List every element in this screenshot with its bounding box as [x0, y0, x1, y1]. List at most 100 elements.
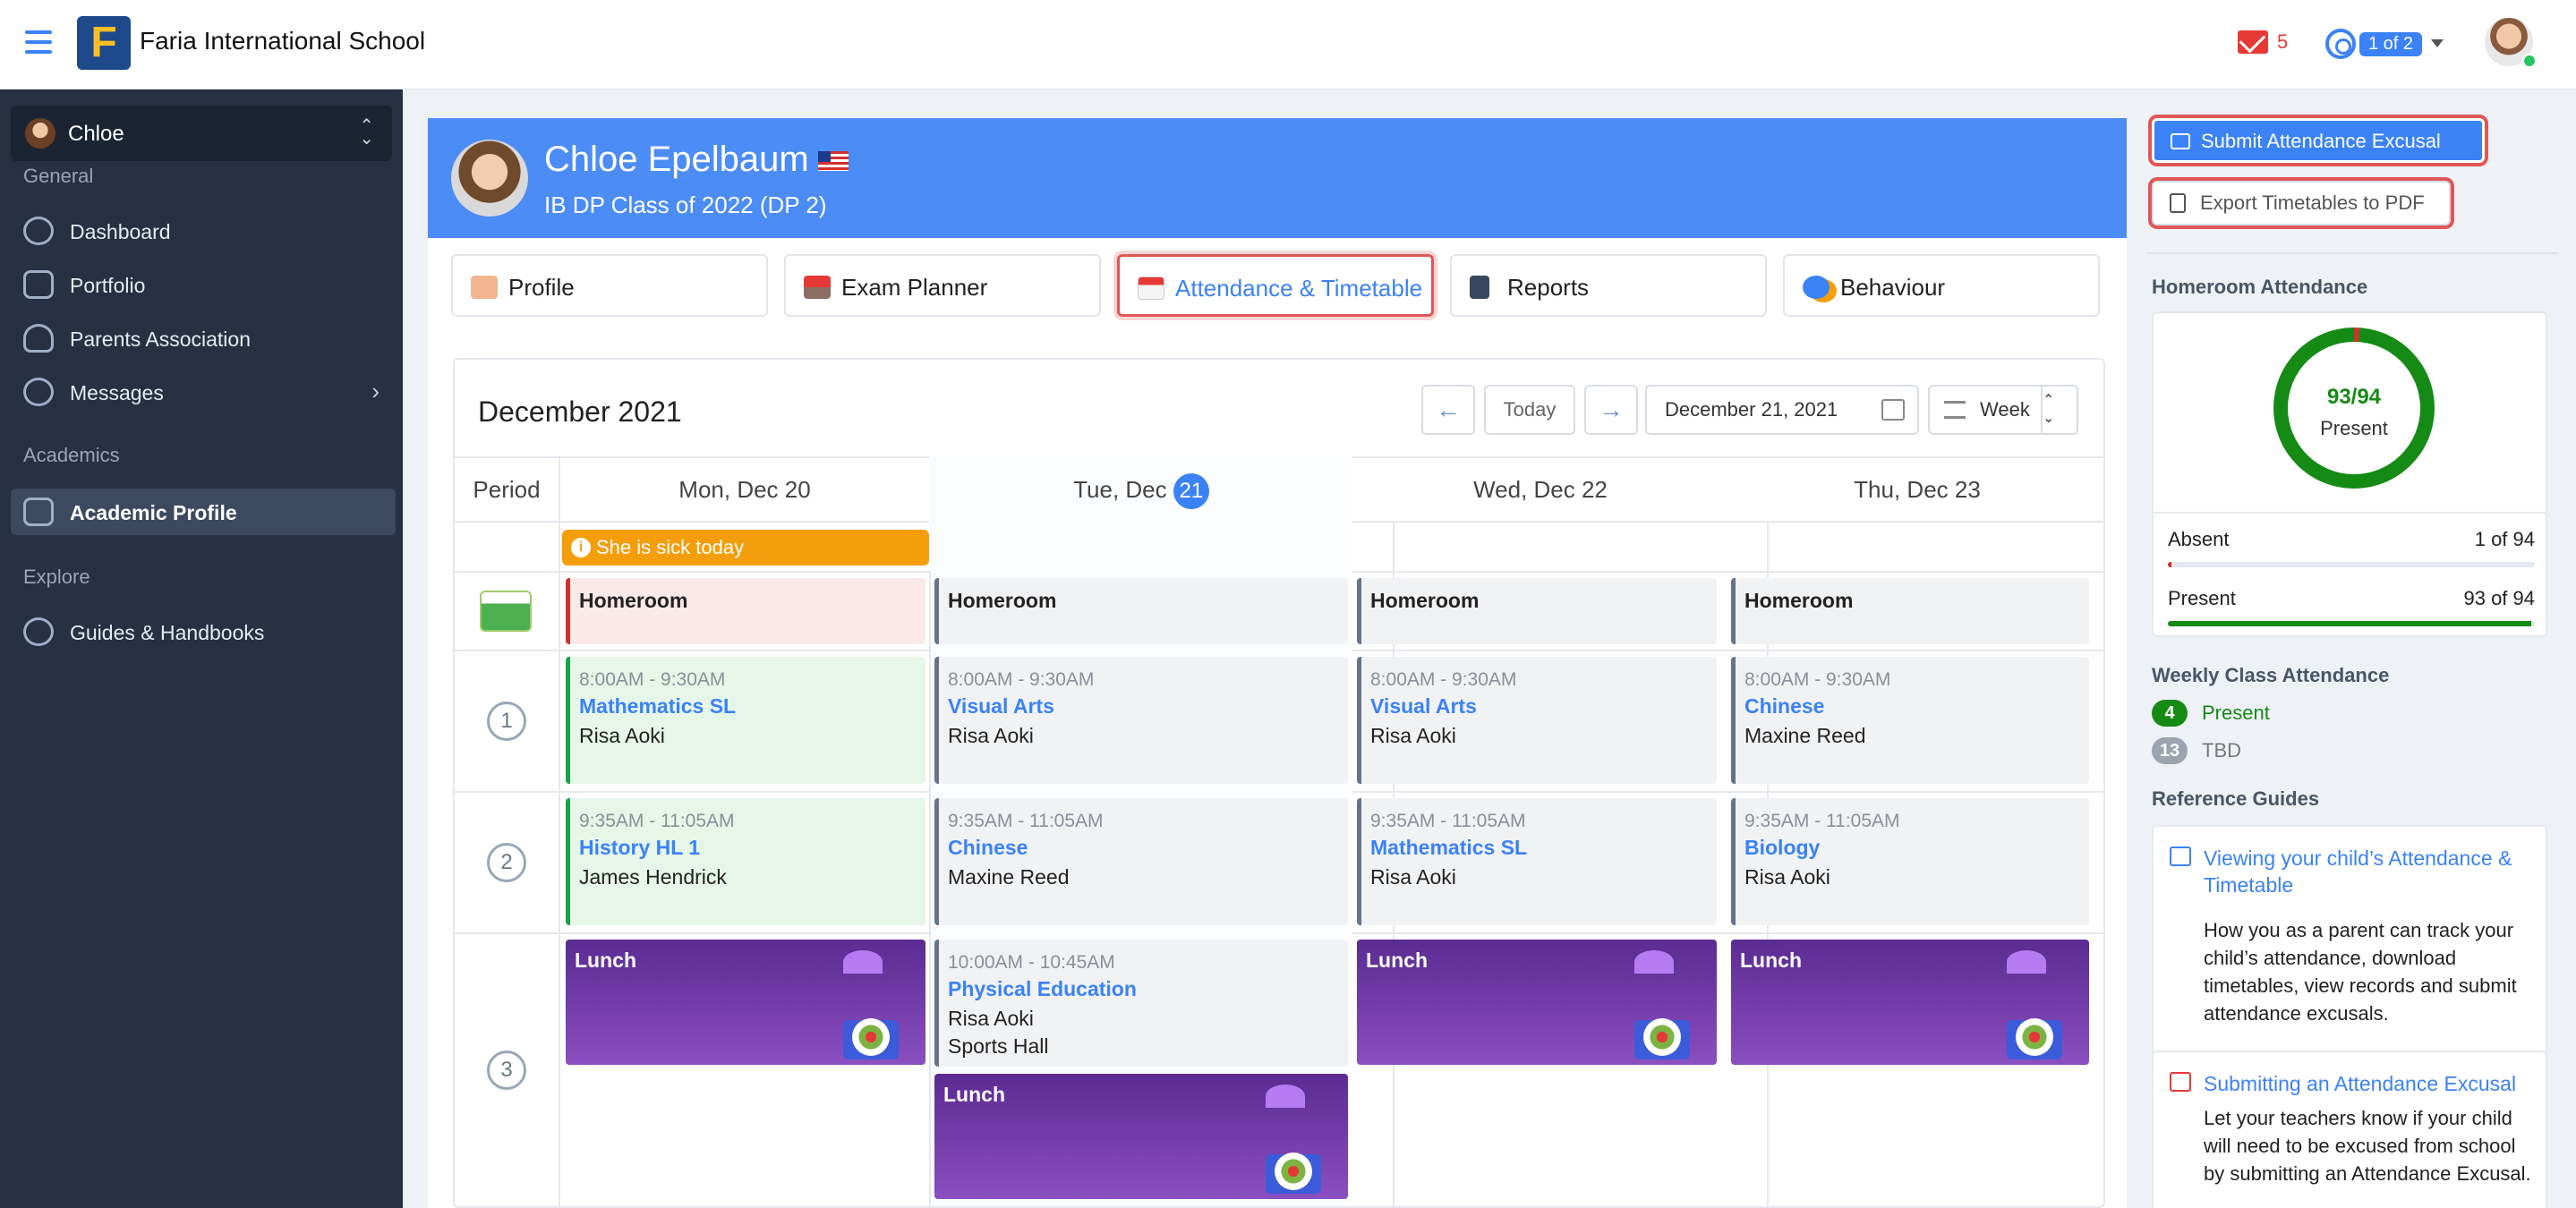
event-subject-link[interactable]: Mathematics SL	[579, 694, 925, 719]
event-title: Lunch	[1366, 949, 1428, 972]
class-event[interactable]: 8:00AM - 9:30AM Visual Arts Risa Aoki	[1357, 657, 1717, 784]
event-time: 8:00AM - 9:30AM	[948, 669, 1095, 690]
student-photo	[451, 140, 528, 217]
event-subject-link[interactable]: Chinese	[948, 836, 1348, 860]
tab-exam-planner[interactable]: Exam Planner	[784, 254, 1101, 317]
date-input-value: December 21, 2021	[1665, 398, 1838, 421]
event-subject-link[interactable]: Mathematics SL	[1370, 836, 1717, 860]
guide-title-link[interactable]: Submitting an Attendance Excusal	[2204, 1070, 2535, 1097]
right-panel: Submit Attendance Excusal Export Timetab…	[2146, 118, 2558, 1208]
tab-behaviour[interactable]: Behaviour	[1783, 254, 2100, 317]
lunch-event[interactable]: Lunch	[1731, 940, 2089, 1065]
event-teacher: James Hendrick	[579, 865, 727, 889]
list-icon	[1944, 401, 1966, 419]
present-progress-fill	[2168, 621, 2531, 626]
period-column-header: Period	[473, 476, 541, 503]
class-event[interactable]: 8:00AM - 9:30AM Chinese Maxine Reed	[1731, 657, 2089, 784]
sidebar-item-academic-profile[interactable]: Academic Profile	[11, 489, 396, 535]
event-subject-link[interactable]: History HL 1	[579, 836, 925, 860]
behaviour-icon	[1803, 276, 1830, 299]
homeroom-event-wed[interactable]: Homeroom	[1357, 578, 1717, 644]
chevron-updown-icon: ⌃ ⌄	[2041, 387, 2077, 433]
absent-value: 1 of 94	[2474, 528, 2535, 550]
tab-attendance-timetable[interactable]: Attendance & Timetable	[1117, 254, 1434, 317]
event-teacher: Maxine Reed	[1744, 724, 1866, 747]
online-status-dot	[2522, 54, 2537, 68]
class-event[interactable]: 8:00AM - 9:30AM Visual Arts Risa Aoki	[934, 657, 1348, 784]
mail-count-badge: 5	[2277, 30, 2289, 53]
button-label: Export Timetables to PDF	[2200, 191, 2425, 214]
sidebar-item-messages[interactable]: Messages ›	[11, 369, 396, 415]
event-subject-link[interactable]: Physical Education	[948, 977, 1348, 1001]
class-event[interactable]: 10:00AM - 10:45AM Physical Education Ris…	[934, 940, 1348, 1067]
event-subject-link[interactable]: Chinese	[1744, 694, 2089, 719]
class-event[interactable]: 9:35AM - 11:05AM Chinese Maxine Reed	[934, 798, 1348, 925]
homeroom-attendance-card: 93/94 Present Absent 1 of 94 Present 93 of…	[2152, 311, 2547, 637]
tbd-count-badge: 13	[2152, 737, 2188, 764]
class-event[interactable]: 9:35AM - 11:05AM Mathematics SL Risa Aok…	[1357, 798, 1717, 925]
guide-title-link[interactable]: Viewing your child’s Attendance & Timeta…	[2204, 845, 2535, 898]
event-title: Lunch	[943, 1083, 1005, 1106]
chef-hat-icon	[1266, 1085, 1305, 1108]
view-select[interactable]: Week ⌃ ⌄	[1928, 385, 2078, 435]
lunch-event[interactable]: Lunch	[1357, 940, 1717, 1065]
export-timetables-pdf-button[interactable]: Export Timetables to PDF	[2152, 181, 2451, 225]
menu-icon[interactable]	[25, 30, 52, 54]
guide-description: Let your teachers know if your child wil…	[2204, 1107, 2531, 1185]
reference-guide-card[interactable]: Submitting an Attendance Excusal Let you…	[2152, 1051, 2547, 1208]
guide-description: How you as a parent can track your child…	[2204, 919, 2517, 1025]
next-week-button[interactable]: →	[1584, 385, 1638, 435]
help-pager-badge[interactable]: 1 of 2	[2359, 32, 2423, 56]
child-avatar	[25, 118, 55, 149]
today-badge: 21	[1173, 473, 1209, 510]
class-event[interactable]: 8:00AM - 9:30AM Mathematics SL Risa Aoki	[566, 657, 925, 784]
today-button[interactable]: Today	[1484, 385, 1575, 435]
event-time: 8:00AM - 9:30AM	[1744, 669, 1891, 690]
event-time: 9:35AM - 11:05AM	[579, 811, 735, 831]
mail-icon[interactable]	[2238, 30, 2268, 54]
sidebar: Chloe ⌃ ⌄ General Dashboard Portfolio Par…	[0, 89, 403, 1208]
sidebar-item-portfolio[interactable]: Portfolio	[11, 261, 396, 308]
event-subject-link[interactable]: Visual Arts	[1370, 694, 1717, 719]
lunch-event[interactable]: Lunch	[934, 1074, 1348, 1199]
homeroom-event-tue[interactable]: Homeroom	[934, 578, 1348, 644]
weekly-present-label: Present	[2202, 702, 2270, 724]
date-input[interactable]: December 21, 2021	[1645, 385, 1919, 435]
school-logo[interactable]: F	[77, 16, 131, 70]
tab-profile[interactable]: Profile	[451, 254, 768, 317]
prev-week-button[interactable]: ←	[1421, 385, 1475, 435]
sidebar-item-parents-association[interactable]: Parents Association	[11, 315, 396, 362]
event-teacher: Risa Aoki	[1370, 865, 1456, 889]
help-icon[interactable]	[2325, 29, 2356, 59]
event-time: 9:35AM - 11:05AM	[948, 811, 1104, 831]
lunch-event[interactable]: Lunch	[566, 940, 925, 1065]
guides-icon	[23, 617, 54, 646]
lunch-tray-icon	[829, 979, 909, 1059]
grid-line	[929, 571, 931, 1206]
sidebar-item-guides[interactable]: Guides & Handbooks	[11, 608, 396, 655]
envelope-icon	[2170, 1072, 2191, 1092]
present-row: Present 93 of 94	[2168, 587, 2535, 610]
present-count-badge: 4	[2152, 700, 2188, 727]
homeroom-event-mon[interactable]: Homeroom	[566, 578, 925, 644]
homeroom-event-thu[interactable]: Homeroom	[1731, 578, 2089, 644]
event-room: Sports Hall	[948, 1034, 1049, 1058]
absent-progress-bar	[2168, 562, 2535, 567]
student-name-text: Chloe Epelbaum	[544, 140, 809, 179]
event-title: Lunch	[1740, 949, 1802, 972]
sidebar-item-dashboard[interactable]: Dashboard	[11, 208, 396, 254]
submit-attendance-excusal-button[interactable]: Submit Attendance Excusal	[2152, 118, 2485, 163]
event-subject-link[interactable]: Visual Arts	[948, 694, 1348, 719]
calendar-picker-icon[interactable]	[1881, 399, 1905, 421]
event-title: Homeroom	[948, 589, 1057, 612]
period-marker: 2	[487, 843, 526, 882]
child-picker[interactable]: Chloe ⌃ ⌄	[11, 106, 392, 161]
chevron-updown-icon: ⌃ ⌄	[359, 116, 374, 149]
tab-reports[interactable]: Reports	[1450, 254, 1767, 317]
class-event[interactable]: 9:35AM - 11:05AM History HL 1 James Hend…	[566, 798, 925, 925]
sick-alert-badge[interactable]: She is sick today	[562, 530, 929, 566]
reports-icon	[1470, 276, 1489, 299]
event-subject-link[interactable]: Biology	[1744, 836, 2089, 860]
chevron-down-icon[interactable]	[2431, 39, 2444, 47]
class-event[interactable]: 9:35AM - 11:05AM Biology Risa Aoki	[1731, 798, 2089, 925]
